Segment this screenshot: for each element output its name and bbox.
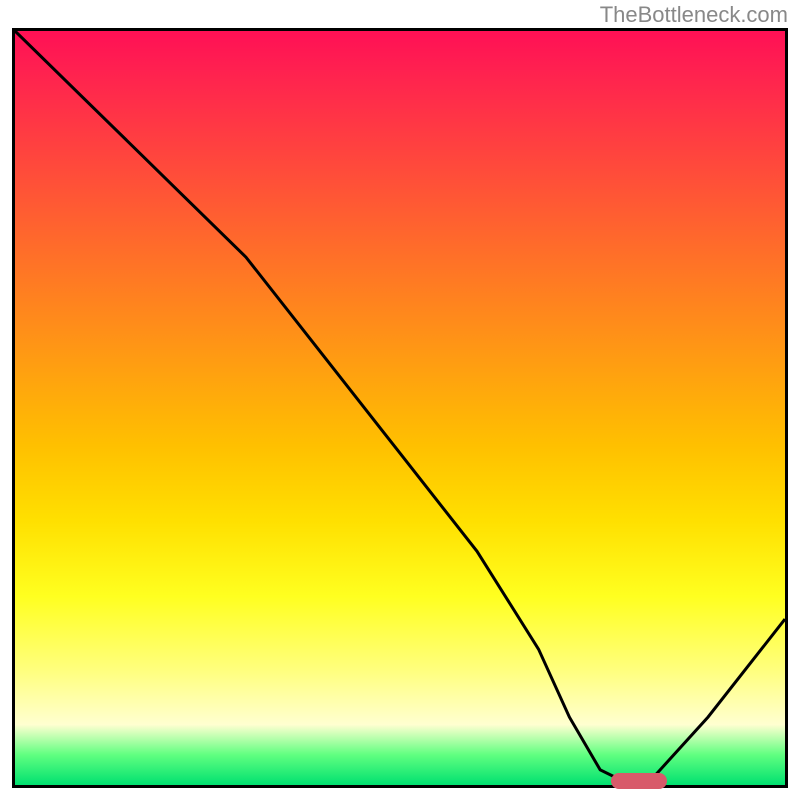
- watermark-text: TheBottleneck.com: [600, 2, 788, 28]
- curve-svg: [15, 31, 785, 785]
- chart-area: [12, 28, 788, 788]
- optimal-marker: [611, 773, 667, 789]
- bottleneck-curve: [15, 31, 785, 785]
